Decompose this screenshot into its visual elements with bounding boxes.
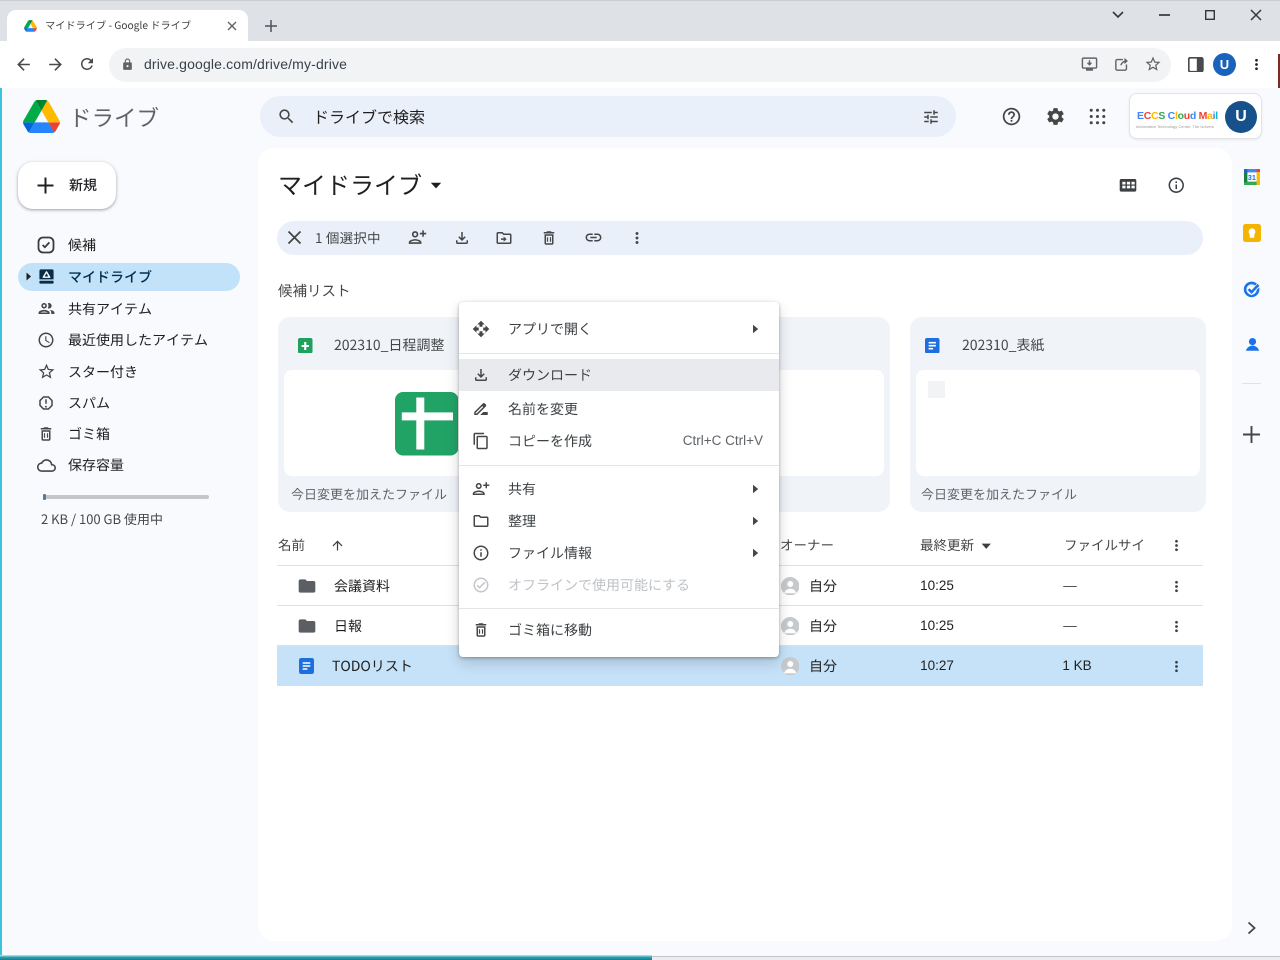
- svg-text:31: 31: [1247, 173, 1255, 182]
